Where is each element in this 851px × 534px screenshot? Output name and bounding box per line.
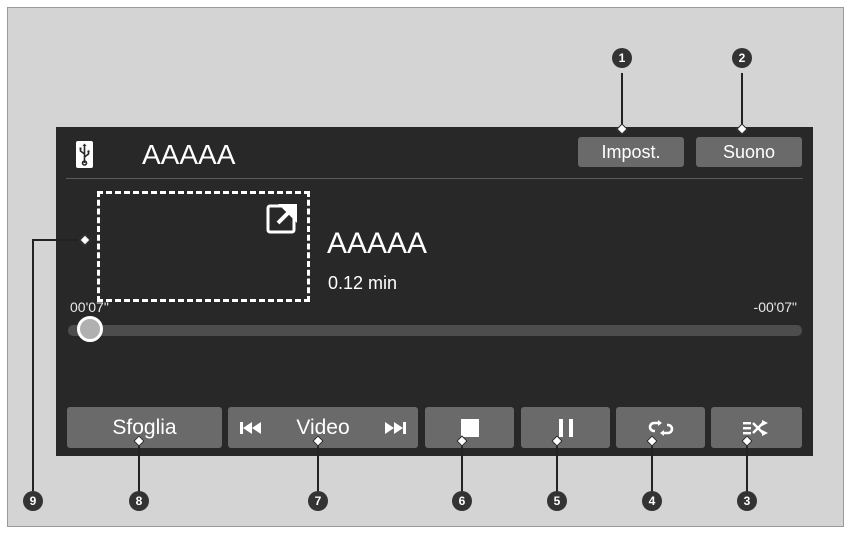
repeat-button[interactable]	[616, 407, 705, 448]
repeat-icon	[648, 419, 673, 436]
callout-badge-5: 5	[547, 491, 567, 511]
callout-badge-6: 6	[452, 491, 472, 511]
callout-line-6	[461, 440, 463, 492]
external-link-icon	[266, 204, 297, 234]
elapsed-time: 00'07"	[70, 299, 109, 315]
shuffle-button[interactable]	[711, 407, 802, 448]
usb-icon	[76, 141, 93, 168]
album-art[interactable]	[97, 191, 310, 302]
remaining-time: -00'07"	[753, 299, 797, 315]
callout-line-2	[741, 73, 743, 128]
settings-button[interactable]: Impost.	[578, 137, 684, 167]
header-divider	[66, 178, 803, 179]
stop-icon	[460, 418, 479, 437]
source-title: AAAAA	[142, 139, 236, 170]
callout-line-1	[621, 73, 623, 128]
skip-next-icon[interactable]	[384, 421, 406, 435]
manual-figure-frame: AAAAA Impost. Suono AAAAA 0.12 min 00'07…	[7, 7, 844, 527]
callout-badge-9: 9	[23, 491, 43, 511]
stop-button[interactable]	[425, 407, 514, 448]
pause-button[interactable]	[521, 407, 610, 448]
callout-line-7	[317, 440, 319, 492]
pause-icon	[558, 418, 573, 437]
callout-badge-1: 1	[612, 48, 632, 68]
callout-line-9-horizontal	[32, 239, 84, 241]
callout-line-8	[138, 440, 140, 492]
callout-badge-2: 2	[732, 48, 752, 68]
sound-button[interactable]: Suono	[696, 137, 802, 167]
callout-badge-8: 8	[129, 491, 149, 511]
callout-line-9	[32, 239, 34, 493]
progress-knob[interactable]	[76, 316, 103, 342]
callout-badge-4: 4	[642, 491, 662, 511]
audio-screen: AAAAA Impost. Suono AAAAA 0.12 min 00'07…	[56, 127, 813, 456]
callout-line-3	[746, 440, 748, 492]
track-length: 0.12 min	[328, 273, 398, 293]
video-button[interactable]: Video	[228, 407, 418, 448]
callout-badge-7: 7	[308, 491, 328, 511]
shuffle-icon	[742, 419, 768, 436]
callout-line-5	[556, 440, 558, 492]
track-title: AAAAA	[327, 227, 428, 260]
skip-previous-icon[interactable]	[240, 421, 262, 435]
progress-bar[interactable]	[68, 325, 802, 336]
browse-button[interactable]: Sfoglia	[67, 407, 222, 448]
video-label: Video	[296, 415, 350, 439]
callout-badge-3: 3	[737, 491, 757, 511]
callout-line-4	[651, 440, 653, 492]
